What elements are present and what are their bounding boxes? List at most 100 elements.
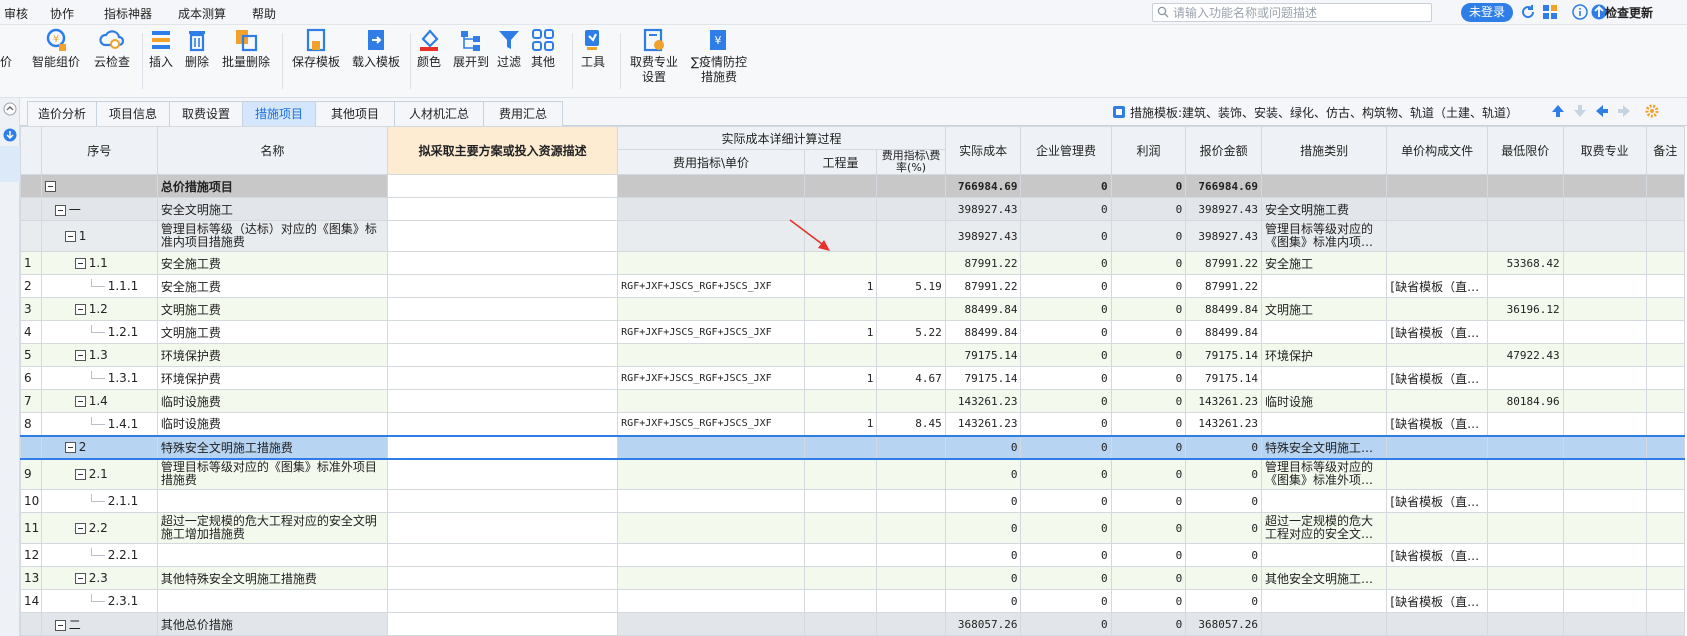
min-price-cell[interactable]: 36196.12 [1486,297,1564,321]
measure-category-cell[interactable] [1260,612,1388,636]
measure-category-cell[interactable]: 其他安全文明施工… [1260,566,1388,590]
name-cell[interactable]: 总价措施项目 [156,174,389,198]
unit-price-doc-cell[interactable] [1386,220,1488,252]
profit-cell[interactable]: 0 [1110,274,1187,298]
menu-collaborate[interactable]: 协作 [50,5,74,22]
fee-index-cell[interactable] [617,589,805,613]
seq-cell[interactable]: 2.1.1 [40,489,158,513]
min-price-cell[interactable] [1486,566,1564,590]
remark-cell[interactable] [1645,297,1686,321]
remark-cell[interactable] [1645,489,1686,513]
remark-cell[interactable] [1645,458,1686,490]
row-number[interactable]: 14 [20,589,42,613]
remark-cell[interactable] [1645,412,1686,436]
fee-major-cell[interactable] [1562,220,1647,252]
table-row[interactable]: 总价措施项目 766984.69 0 0 766984.69 [20,174,1686,198]
actual-cost-cell[interactable]: 766984.69 [944,174,1022,198]
unit-price-doc-cell[interactable] [1386,458,1488,490]
remark-cell[interactable] [1645,612,1686,636]
measure-category-cell[interactable]: 临时设施 [1260,389,1388,413]
name-cell[interactable]: 临时设施费 [156,412,389,436]
profit-cell[interactable]: 0 [1110,512,1187,544]
profit-cell[interactable]: 0 [1110,543,1187,567]
measure-category-cell[interactable] [1260,589,1388,613]
description-cell[interactable] [386,389,619,413]
quote-amount-cell[interactable]: 0 [1185,434,1262,460]
profit-cell[interactable]: 0 [1110,489,1187,513]
quote-amount-cell[interactable]: 0 [1185,566,1262,590]
name-cell[interactable]: 特殊安全文明施工措施费 [156,434,389,460]
fee-index-cell[interactable] [617,543,805,567]
unit-price-doc-cell[interactable] [1386,251,1488,275]
delete-button[interactable]: 删除 [182,27,212,70]
table-row[interactable]: 11 2.2 超过一定规模的危大工程对应的安全文明施工增加措施费 0 0 0 0 超过一定规模… [20,512,1686,544]
search-input[interactable] [1173,5,1428,20]
collapse-up-icon[interactable] [3,102,17,116]
collapse-toggle-icon[interactable] [74,523,86,534]
actual-cost-cell[interactable]: 143261.23 [944,412,1022,436]
actual-cost-cell[interactable]: 398927.43 [944,197,1022,221]
row-number[interactable]: 4 [20,320,42,344]
remark-cell[interactable] [1645,174,1686,198]
fee-major-cell[interactable] [1562,489,1647,513]
min-price-cell[interactable] [1486,589,1564,613]
quote-amount-cell[interactable]: 0 [1185,589,1262,613]
description-cell[interactable] [386,489,619,513]
menu-cost-estimate[interactable]: 成本测算 [178,5,226,22]
seq-cell[interactable]: 1.3.1 [40,366,158,390]
remark-cell[interactable] [1645,389,1686,413]
profit-cell[interactable]: 0 [1110,458,1187,490]
collapse-toggle-icon[interactable] [74,396,86,407]
table-row[interactable]: 14 2.3.1 0 0 0 0 [缺省模板（直… [20,589,1686,613]
description-cell[interactable] [386,612,619,636]
header-measure-category[interactable]: 措施类别 [1260,126,1388,175]
remark-cell[interactable] [1645,366,1686,390]
fee-index-cell[interactable]: RGF+JXF+JSCS_RGF+JSCS_JXF [617,412,805,436]
actual-cost-cell[interactable]: 0 [944,543,1022,567]
menu-review[interactable]: 审核 [4,5,28,22]
quote-amount-cell[interactable]: 398927.43 [1185,197,1262,221]
move-right-icon[interactable] [1617,104,1631,118]
measure-category-cell[interactable]: 文明施工 [1260,297,1388,321]
header-rate[interactable]: 费用指标\费率(%) [876,149,946,175]
quantity-cell[interactable]: 1 [803,366,878,390]
management-fee-cell[interactable]: 0 [1020,543,1112,567]
actual-cost-cell[interactable]: 79175.14 [944,343,1022,367]
unit-price-doc-cell[interactable]: [缺省模板（直… [1386,274,1488,298]
quantity-cell[interactable] [803,566,878,590]
description-cell[interactable] [386,458,619,490]
row-number[interactable]: 12 [20,543,42,567]
remark-cell[interactable] [1645,589,1686,613]
row-number[interactable]: 9 [20,458,42,490]
remark-cell[interactable] [1645,343,1686,367]
name-cell[interactable]: 环境保护费 [156,366,389,390]
remark-cell[interactable] [1645,320,1686,344]
description-cell[interactable] [386,512,619,544]
fee-major-cell[interactable] [1562,297,1647,321]
row-number[interactable]: 3 [20,297,42,321]
measure-category-cell[interactable] [1260,489,1388,513]
seq-cell[interactable]: 1.4.1 [40,412,158,436]
fee-index-cell[interactable]: RGF+JXF+JSCS_RGF+JSCS_JXF [617,320,805,344]
quantity-cell[interactable]: 1 [803,412,878,436]
unit-price-doc-cell[interactable] [1386,297,1488,321]
fee-major-cell[interactable] [1562,566,1647,590]
management-fee-cell[interactable]: 0 [1020,220,1112,252]
rate-cell[interactable]: 4.67 [876,366,946,390]
management-fee-cell[interactable]: 0 [1020,197,1112,221]
row-number[interactable] [20,434,42,460]
seq-cell[interactable]: 2.2 [40,512,158,544]
unit-price-doc-cell[interactable]: [缺省模板（直… [1386,543,1488,567]
smart-price-button[interactable]: ¥ 智能组价 [28,27,84,70]
tab-fee-summary[interactable]: 费用汇总 [483,101,563,126]
expand-to-button[interactable]: 展开到 [450,27,492,70]
other-button[interactable]: 其他 [528,27,558,70]
fee-index-cell[interactable] [617,251,805,275]
name-cell[interactable]: 安全施工费 [156,251,389,275]
header-seq[interactable]: 序号 [40,126,158,175]
quantity-cell[interactable] [803,220,878,252]
min-price-cell[interactable] [1486,197,1564,221]
quote-amount-cell[interactable]: 0 [1185,458,1262,490]
fee-index-cell[interactable] [617,434,805,460]
insert-button[interactable]: 插入 [146,27,176,70]
